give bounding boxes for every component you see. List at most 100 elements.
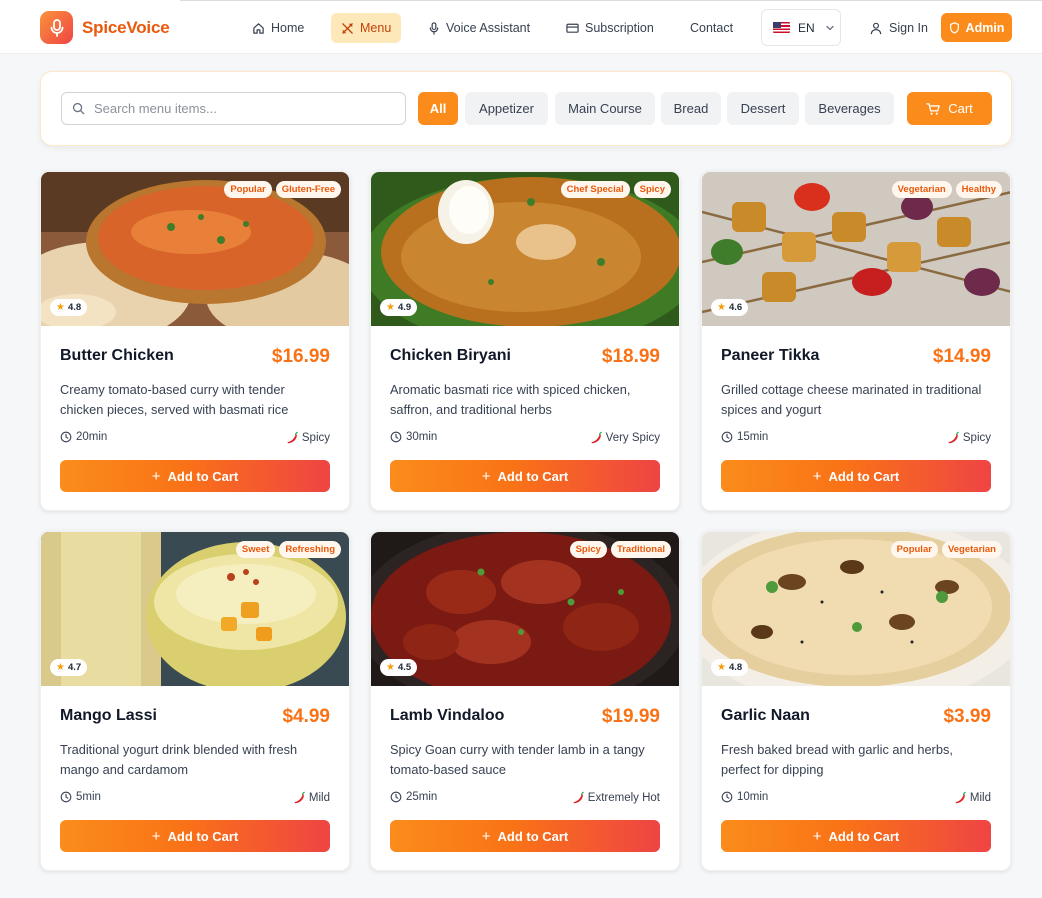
language-code: EN (798, 20, 815, 35)
add-to-cart-button[interactable]: + Add to Cart (60, 460, 330, 492)
star-icon: ★ (386, 662, 395, 673)
nav-voice-assistant[interactable]: Voice Assistant (418, 13, 540, 43)
item-tag: Vegetarian (941, 541, 1002, 558)
spice-level-value: Spicy (301, 432, 330, 444)
item-description: Spicy Goan curry with tender lamb in a t… (390, 742, 645, 777)
prep-time-value: 20min (76, 431, 108, 443)
search-input[interactable] (94, 101, 394, 116)
prep-time-value: 30min (406, 431, 438, 443)
spice-level: Extremely Hot (571, 791, 660, 805)
spice-level: Spicy (946, 431, 991, 445)
prep-time: 30min (390, 431, 437, 443)
item-price: $3.99 (943, 706, 991, 727)
nav-home[interactable]: Home (242, 13, 314, 43)
shopping-cart-icon (926, 102, 940, 115)
item-tag: Chef Special (560, 181, 630, 198)
nav-menu[interactable]: Menu (331, 13, 402, 43)
add-to-cart-label: Add to Cart (828, 828, 900, 844)
plus-icon: + (481, 467, 491, 485)
spice-level: Mild (292, 791, 330, 805)
prep-time-value: 5min (76, 791, 101, 803)
add-to-cart-button[interactable]: + Add to Cart (390, 460, 660, 492)
plus-icon: + (151, 467, 161, 485)
spice-level-value: Very Spicy (605, 432, 660, 444)
menu-item-photo: Popular Vegetarian ★ 4.8 (702, 532, 1010, 686)
home-icon (253, 22, 264, 34)
item-price: $16.99 (271, 346, 330, 367)
credit-card-icon (566, 23, 579, 33)
item-tag: Popular (890, 541, 938, 558)
category-chip-appetizer[interactable]: Appetizer (465, 92, 548, 125)
admin-button[interactable]: Admin (941, 13, 1012, 42)
microphone-icon (40, 11, 73, 44)
prep-time: 20min (60, 431, 107, 443)
star-icon: ★ (56, 302, 65, 313)
chili-pepper-icon (573, 791, 584, 804)
search-box[interactable] (61, 92, 406, 125)
rating-badge: ★ 4.8 (50, 299, 88, 316)
star-icon: ★ (717, 662, 726, 673)
add-to-cart-button[interactable]: + Add to Cart (390, 820, 660, 852)
item-name: Garlic Naan (721, 707, 810, 724)
category-chip-main-course[interactable]: Main Course (555, 92, 655, 125)
clock-icon (390, 791, 402, 803)
category-chip-beverages[interactable]: Beverages (805, 92, 894, 125)
prep-time: 25min (390, 791, 437, 803)
add-to-cart-button[interactable]: + Add to Cart (721, 820, 991, 852)
nav-contact[interactable]: Contact (680, 13, 743, 43)
item-name: Chicken Biryani (390, 347, 511, 364)
item-name: Mango Lassi (60, 707, 157, 724)
chili-pepper-icon (948, 431, 959, 444)
spice-level-value: Extremely Hot (587, 792, 660, 804)
language-selector[interactable]: EN (761, 9, 841, 46)
item-description: Traditional yogurt drink blended with fr… (60, 742, 298, 777)
item-tag: Gluten-Free (275, 181, 341, 198)
menu-card: Popular Vegetarian ★ 4.8 Garlic Naan $3.9… (701, 531, 1011, 871)
chili-pepper-icon (287, 431, 298, 444)
item-description: Grilled cottage cheese marinated in trad… (721, 382, 982, 417)
clock-icon (390, 431, 402, 443)
prep-time-value: 10min (737, 791, 769, 803)
category-chip-all[interactable]: All (418, 92, 458, 125)
menu-filter-bar: All Appetizer Main Course Bread Dessert … (40, 71, 1012, 146)
rating-badge: ★ 4.5 (380, 659, 418, 676)
add-to-cart-label: Add to Cart (167, 468, 239, 484)
navbar-top-divider (180, 0, 1042, 1)
plus-icon: + (812, 467, 822, 485)
sign-in-button[interactable]: Sign In (862, 13, 936, 43)
plus-icon: + (151, 827, 161, 845)
item-tag: Popular (224, 181, 272, 198)
spice-level: Spicy (285, 431, 330, 445)
item-tag: Refreshing (279, 541, 341, 558)
add-to-cart-button[interactable]: + Add to Cart (721, 460, 991, 492)
nav-home-label: Home (271, 21, 305, 35)
add-to-cart-button[interactable]: + Add to Cart (60, 820, 330, 852)
rating-value: 4.7 (67, 662, 82, 673)
nav-menu-label: Menu (360, 21, 392, 35)
clock-icon (721, 431, 733, 443)
item-name: Lamb Vindaloo (390, 707, 505, 724)
nav-voice-assistant-label: Voice Assistant (446, 21, 531, 35)
brand-logo[interactable]: SpiceVoice (40, 11, 170, 44)
rating-badge: ★ 4.7 (50, 659, 88, 676)
user-icon (870, 22, 882, 34)
add-to-cart-label: Add to Cart (497, 828, 569, 844)
category-chip-bread[interactable]: Bread (661, 92, 721, 125)
item-tag: Spicy (633, 181, 671, 198)
chili-pepper-icon (591, 431, 602, 444)
item-price: $19.99 (601, 706, 660, 727)
clock-icon (60, 431, 72, 443)
menu-item-photo: Vegetarian Healthy ★ 4.6 (702, 172, 1010, 326)
item-name: Butter Chicken (60, 347, 174, 364)
item-tag: Vegetarian (891, 181, 952, 198)
item-tag: Healthy (955, 181, 1002, 198)
prep-time-value: 25min (406, 791, 438, 803)
plus-icon: + (812, 827, 822, 845)
rating-value: 4.9 (397, 302, 412, 313)
rating-value: 4.5 (397, 662, 412, 673)
chevron-down-icon (826, 25, 834, 30)
nav-subscription[interactable]: Subscription (556, 13, 664, 43)
cart-button[interactable]: Cart (907, 92, 992, 125)
category-chip-dessert[interactable]: Dessert (727, 92, 799, 125)
us-flag-icon (773, 22, 790, 33)
